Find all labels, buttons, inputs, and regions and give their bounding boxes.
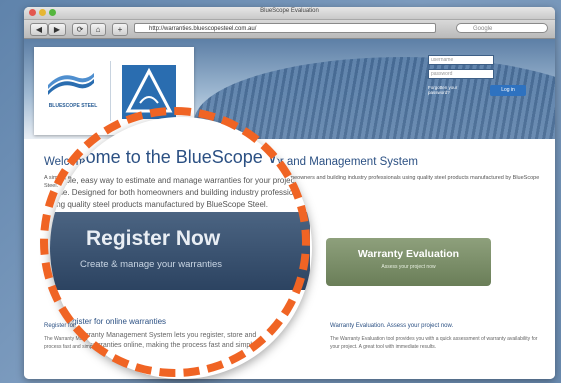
password-field[interactable]: password bbox=[428, 69, 494, 79]
warranty-evaluation-title: Warranty Evaluation bbox=[357, 248, 460, 260]
username-field[interactable]: username bbox=[428, 55, 494, 65]
title-bar: BlueScope Evaluation bbox=[24, 7, 555, 20]
logo-text: BLUESCOPE STEEL bbox=[48, 103, 98, 109]
magnified-intro: A simple, easy way to estimate and manag… bbox=[50, 176, 308, 209]
address-bar[interactable]: http://warranties.bluescopesteel.com.au/ bbox=[134, 23, 436, 33]
forward-button[interactable]: ▶ bbox=[48, 23, 66, 36]
reload-button[interactable]: ⟳ bbox=[72, 23, 88, 36]
bluescope-logo-icon bbox=[48, 73, 94, 95]
header-banner: BLUESCOPE STEEL username password Forgot… bbox=[24, 39, 555, 139]
magnified-section-title: Register for online warranties bbox=[62, 317, 167, 326]
australian-made-logo-icon bbox=[122, 65, 176, 119]
register-now-button[interactable]: Register Now Create & manage your warran… bbox=[50, 212, 310, 290]
warranty-evaluation-button[interactable]: Warranty Evaluation Assess your project … bbox=[326, 238, 491, 286]
add-bookmark-button[interactable]: + bbox=[112, 23, 128, 36]
home-button[interactable]: ⌂ bbox=[90, 23, 106, 36]
roof-image bbox=[194, 57, 555, 139]
warranty-evaluation-subtitle: Assess your project now bbox=[381, 264, 436, 270]
magnifier-circle: Welcome to the BlueScope Warranty Estima… bbox=[50, 117, 312, 379]
browser-toolbar: ◀ ▶ ⟳ ⌂ + http://warranties.bluescopeste… bbox=[24, 20, 555, 39]
window-title: BlueScope Evaluation bbox=[260, 8, 319, 14]
login-button[interactable]: Log in bbox=[490, 85, 526, 96]
register-now-title: Register Now bbox=[86, 227, 221, 250]
magnified-headline: Welcome to the BlueScope Warranty Estima… bbox=[50, 147, 312, 167]
search-field[interactable]: Google bbox=[456, 23, 548, 33]
logo-divider bbox=[110, 61, 111, 121]
back-button[interactable]: ◀ bbox=[30, 23, 48, 36]
magnified-section-text: The Warranty Management System lets you … bbox=[62, 332, 258, 349]
forgot-password-link[interactable]: Forgotten your password? bbox=[428, 85, 480, 95]
evaluation-section-title: Warranty Evaluation. Assess your project… bbox=[330, 323, 454, 329]
evaluation-section-text: The Warranty Evaluation tool provides yo… bbox=[330, 336, 538, 350]
register-now-subtitle: Create & manage your warranties bbox=[80, 259, 223, 270]
